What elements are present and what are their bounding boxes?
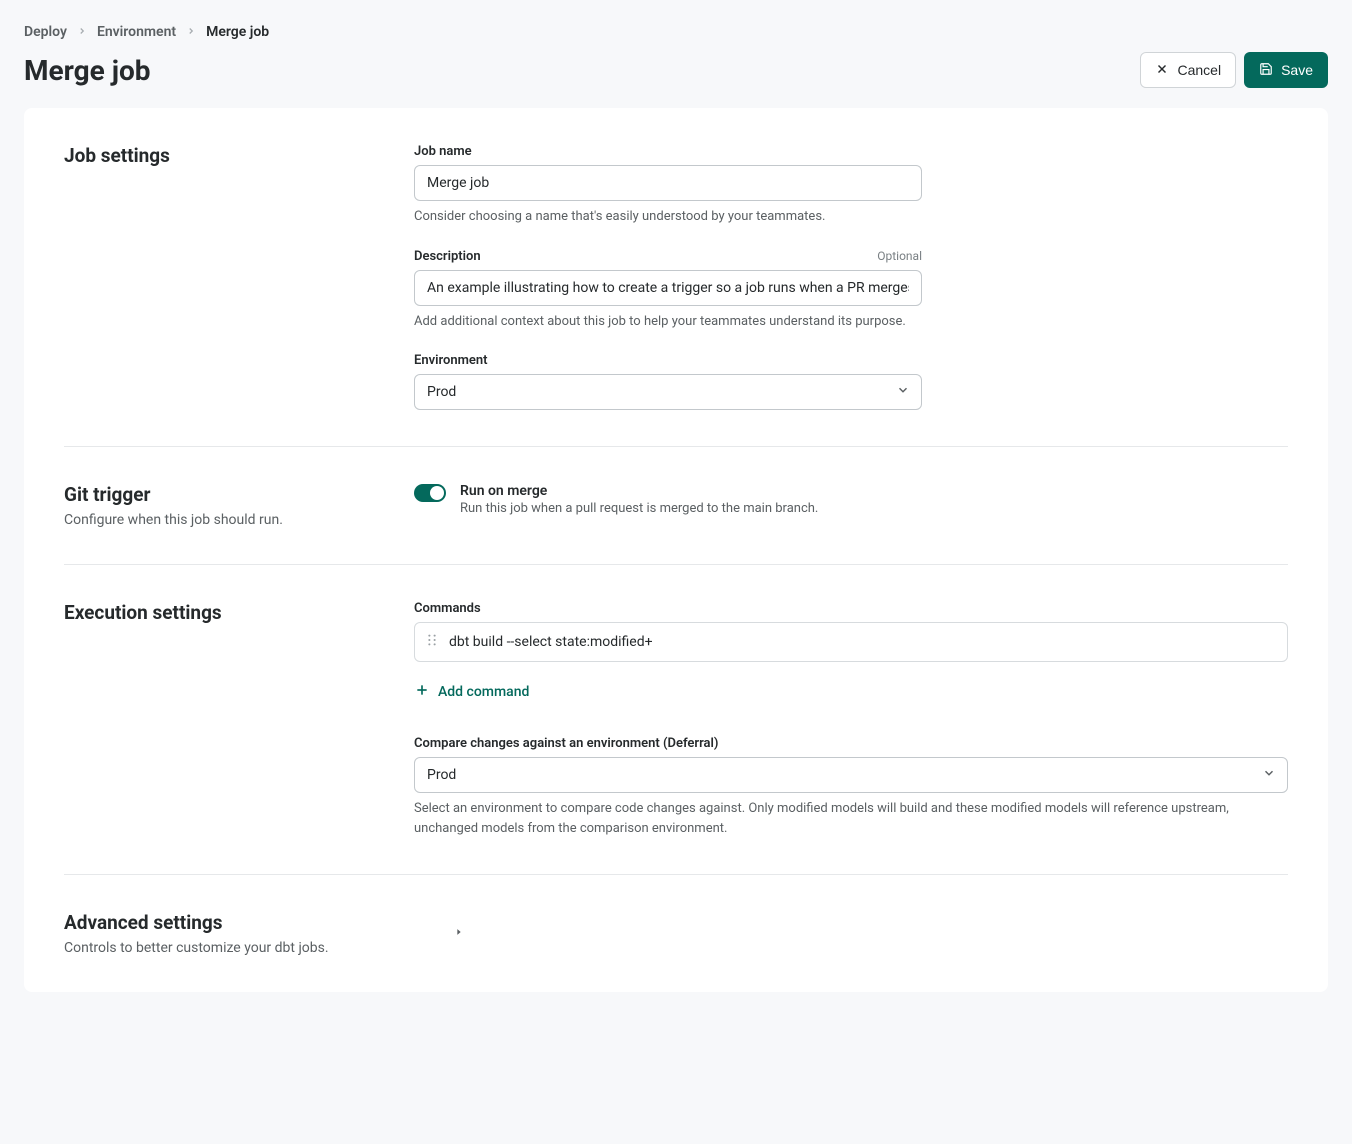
cancel-label: Cancel <box>1177 63 1221 77</box>
breadcrumb-environment[interactable]: Environment <box>97 24 176 40</box>
chevron-right-icon <box>77 24 87 40</box>
advanced-settings-subtitle: Controls to better customize your dbt jo… <box>64 940 414 956</box>
job-name-label: Job name <box>414 144 472 159</box>
caret-right-icon <box>454 926 464 942</box>
run-on-merge-toggle[interactable] <box>414 484 446 502</box>
job-settings-title: Job settings <box>64 144 414 167</box>
description-input[interactable] <box>414 270 922 306</box>
environment-select[interactable]: Prod <box>414 374 922 410</box>
execution-settings-title: Execution settings <box>64 601 414 624</box>
command-text: dbt build --select state:modified+ <box>449 634 653 650</box>
close-icon <box>1155 62 1169 78</box>
commands-label: Commands <box>414 601 481 616</box>
deferral-select[interactable]: Prod <box>414 757 1288 793</box>
deferral-hint: Select an environment to compare code ch… <box>414 799 1288 838</box>
advanced-settings-toggle[interactable]: Advanced settings Controls to better cus… <box>64 911 1288 956</box>
deferral-label: Compare changes against an environment (… <box>414 736 718 751</box>
cancel-button[interactable]: Cancel <box>1140 52 1236 88</box>
git-trigger-title: Git trigger <box>64 483 414 506</box>
run-on-merge-label: Run on merge <box>460 483 818 499</box>
job-name-input[interactable] <box>414 165 922 201</box>
environment-label: Environment <box>414 353 488 368</box>
run-on-merge-description: Run this job when a pull request is merg… <box>460 501 818 516</box>
save-label: Save <box>1281 63 1313 77</box>
description-hint: Add additional context about this job to… <box>414 312 1288 332</box>
breadcrumb-current: Merge job <box>206 24 269 40</box>
page-title: Merge job <box>24 54 151 87</box>
save-button[interactable]: Save <box>1244 52 1328 88</box>
breadcrumb: Deploy Environment Merge job <box>24 24 1328 40</box>
chevron-right-icon <box>186 24 196 40</box>
add-command-label: Add command <box>438 684 529 700</box>
save-icon <box>1259 62 1273 78</box>
add-command-button[interactable]: Add command <box>414 676 529 708</box>
advanced-settings-title: Advanced settings <box>64 911 414 934</box>
breadcrumb-deploy[interactable]: Deploy <box>24 24 67 40</box>
description-optional: Optional <box>877 249 922 263</box>
description-label: Description <box>414 249 481 264</box>
job-name-hint: Consider choosing a name that's easily u… <box>414 207 1288 227</box>
git-trigger-subtitle: Configure when this job should run. <box>64 512 414 528</box>
command-row[interactable]: dbt build --select state:modified+ <box>414 622 1288 662</box>
plus-icon <box>414 682 430 702</box>
drag-handle-icon[interactable] <box>427 633 437 651</box>
